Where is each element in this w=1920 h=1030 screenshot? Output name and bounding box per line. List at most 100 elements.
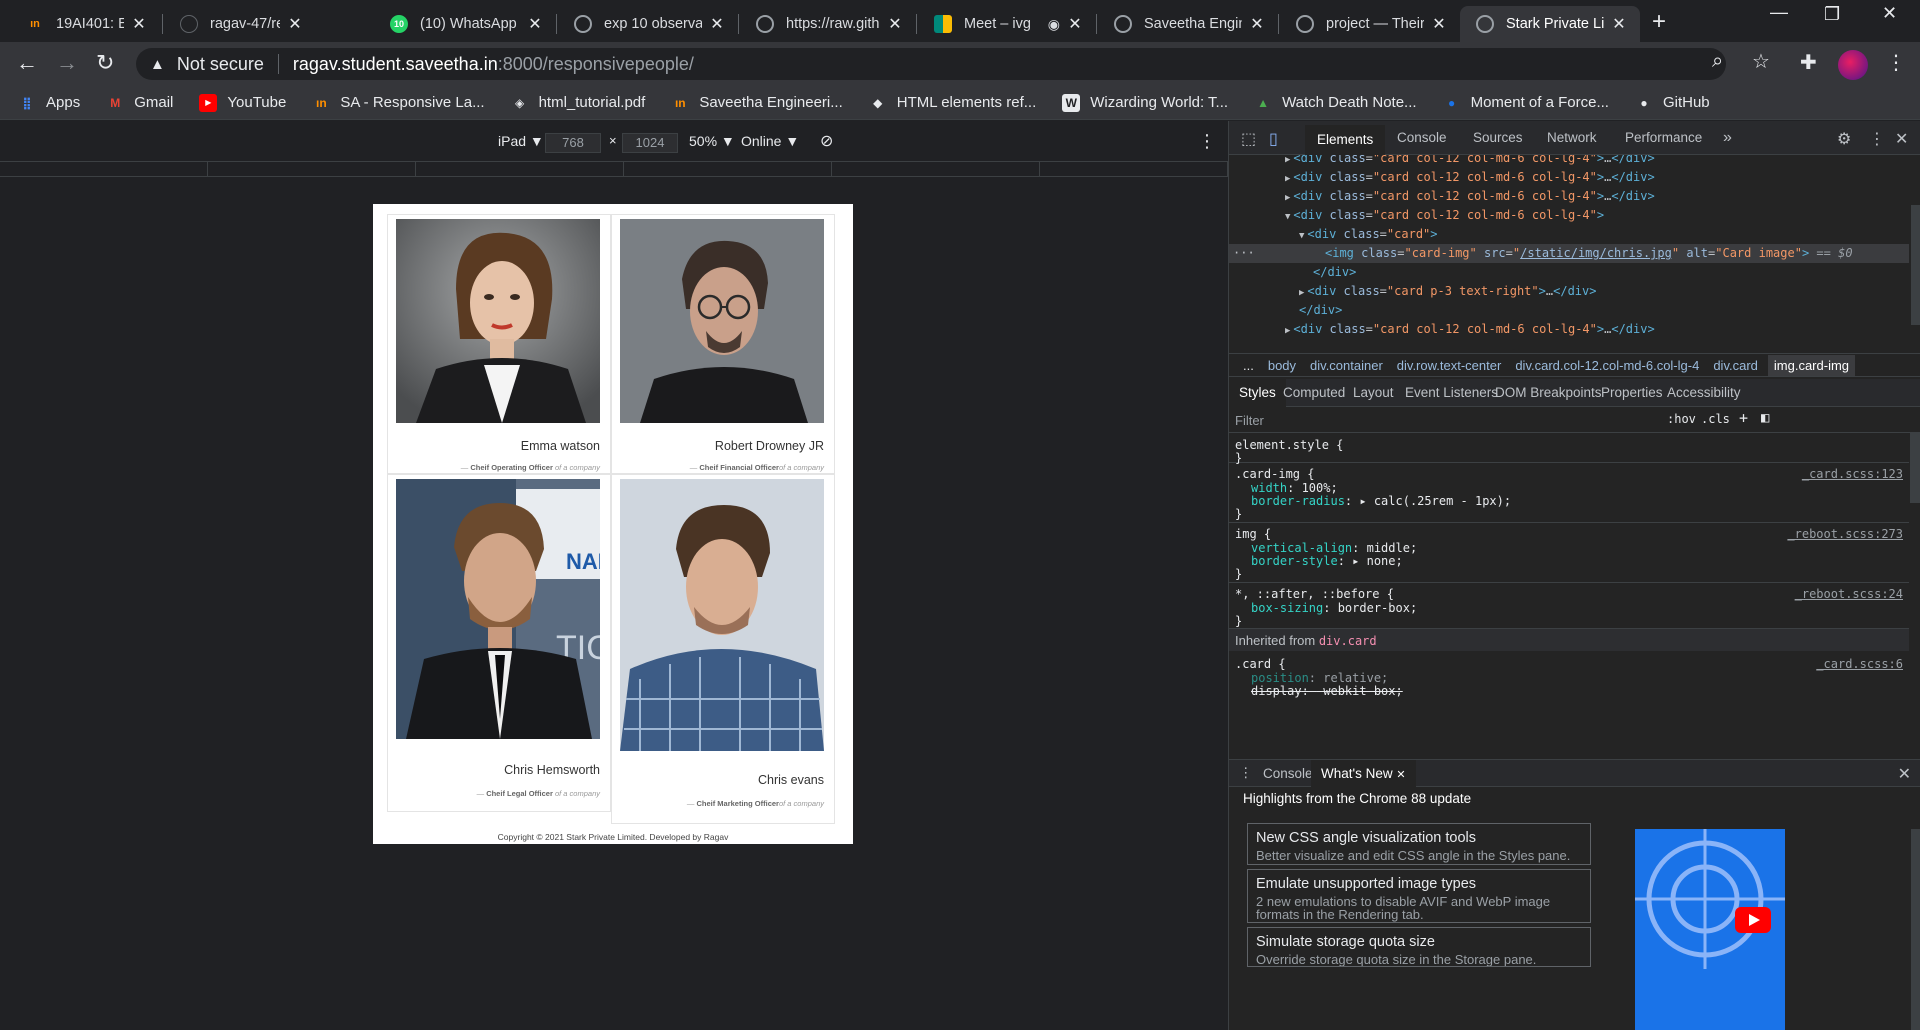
restore-icon[interactable]: ❐	[1824, 4, 1840, 25]
bookmark-html-tutorial[interactable]: ◈ html_tutorial.pdf	[511, 94, 645, 112]
tab-network[interactable]: Network	[1547, 130, 1597, 145]
rule-declaration[interactable]: vertical-align: middle;	[1251, 541, 1417, 555]
bookmark-github[interactable]: ● GitHub	[1635, 94, 1709, 112]
browser-tab-active[interactable]: Stark Private Lin ✕	[1460, 6, 1640, 42]
element-style-selector[interactable]: element.style {	[1235, 438, 1343, 452]
dom-scrollbar[interactable]	[1911, 205, 1920, 325]
device-height-input[interactable]: 1024	[622, 133, 678, 153]
play-video-icon[interactable]	[1735, 907, 1771, 933]
close-icon[interactable]: ✕	[886, 14, 904, 34]
inspect-element-icon[interactable]: ⬚	[1241, 129, 1256, 149]
subtab-dom-breakpoints[interactable]: DOM Breakpoints	[1495, 385, 1602, 400]
rule-declaration[interactable]: border-style: ▸ none;	[1251, 554, 1403, 568]
media-query-ruler[interactable]	[0, 161, 1228, 177]
close-icon[interactable]: ✕	[286, 14, 304, 34]
subtab-event-listeners[interactable]: Event Listeners	[1405, 385, 1498, 400]
drawer-menu-icon[interactable]: ⋮	[1239, 765, 1253, 781]
breadcrumb-item[interactable]: body	[1268, 358, 1296, 373]
subtab-styles[interactable]: Styles	[1229, 379, 1286, 407]
bookmark-gmail[interactable]: M Gmail	[106, 94, 173, 112]
rule-source-link[interactable]: _card.scss:6	[1816, 657, 1903, 671]
back-icon[interactable]: ←	[16, 50, 38, 76]
whats-new-card[interactable]: Simulate storage quota size Override sto…	[1247, 927, 1591, 967]
browser-tab-0[interactable]: ın 19AI401: EX 05: ✕	[10, 6, 160, 42]
breadcrumb-item[interactable]: div.card.col-12.col-md-6.col-lg-4	[1515, 358, 1699, 373]
dom-node[interactable]: ▼ <div class="card col-12 col-md-6 col-lg…	[1229, 206, 1909, 225]
dom-node[interactable]: </div>	[1229, 301, 1909, 320]
browser-tab-2[interactable]: 10 (10) WhatsApp ✕	[374, 6, 556, 42]
whats-new-card[interactable]: New CSS angle visualization tools Better…	[1247, 823, 1591, 865]
dom-node[interactable]: </div>	[1229, 263, 1909, 282]
dom-node[interactable]: ▶ <div class="card col-12 col-md-6 col-lg…	[1229, 155, 1909, 168]
tab-sources[interactable]: Sources	[1473, 130, 1523, 145]
cls-toggle[interactable]: .cls	[1701, 412, 1730, 426]
rule-selector[interactable]: .card-img {	[1235, 467, 1314, 481]
browser-tab-4[interactable]: https://raw.gith ✕	[740, 6, 916, 42]
browser-tab-1[interactable]: ragav-47/respon ✕	[164, 6, 316, 42]
close-icon[interactable]: ✕	[1610, 14, 1628, 34]
bookmark-html-elements[interactable]: ◆ HTML elements ref...	[869, 94, 1036, 112]
breadcrumb-item-current[interactable]: img.card-img	[1767, 354, 1856, 376]
breadcrumb-item[interactable]: div.container	[1310, 358, 1383, 373]
address-bar[interactable]: ▲ Not secure ragav.student.saveetha.in:8…	[136, 48, 1726, 80]
whats-new-card[interactable]: Emulate unsupported image types 2 new em…	[1247, 869, 1591, 923]
subtab-properties[interactable]: Properties	[1601, 385, 1663, 400]
browser-tab-5[interactable]: Meet – ivg ◉ ✕	[918, 6, 1096, 42]
rule-declaration[interactable]: position: relative;	[1251, 671, 1388, 685]
zoom-icon[interactable]: ⌕	[1712, 50, 1723, 73]
tab-elements[interactable]: Elements	[1305, 125, 1386, 155]
whats-new-video-thumbnail[interactable]	[1635, 829, 1785, 1030]
rule-selector[interactable]: img {	[1235, 527, 1271, 541]
dom-node[interactable]: ▶ <div class="card col-12 col-md-6 col-lg…	[1229, 168, 1909, 187]
rule-source-link[interactable]: _reboot.scss:273	[1787, 527, 1903, 541]
drawer-tab-console[interactable]: Console	[1263, 766, 1313, 781]
hov-toggle[interactable]: :hov	[1667, 412, 1696, 426]
tab-performance[interactable]: Performance	[1625, 130, 1702, 145]
subtab-accessibility[interactable]: Accessibility	[1667, 385, 1741, 400]
dom-node[interactable]: ▶ <div class="card p-3 text-right">…</div…	[1229, 282, 1909, 301]
minimize-icon[interactable]: —	[1770, 2, 1788, 23]
rule-declaration[interactable]: border-radius: ▸ calc(.25rem - 1px);	[1251, 494, 1511, 508]
browser-tab-3[interactable]: exp 10 observa ✕	[558, 6, 738, 42]
breadcrumb-ellipsis[interactable]: ...	[1243, 358, 1254, 373]
bookmark-death-note[interactable]: ▲ Watch Death Note...	[1254, 94, 1416, 112]
forward-icon[interactable]: →	[56, 50, 78, 76]
close-icon[interactable]: ✕	[526, 14, 544, 34]
more-tabs-icon[interactable]: »	[1723, 129, 1732, 147]
rule-declaration[interactable]: box-sizing: border-box;	[1251, 601, 1417, 615]
bookmark-wizarding[interactable]: W Wizarding World: T...	[1062, 93, 1228, 112]
device-width-input[interactable]: 768	[545, 133, 601, 153]
toggle-sidebar-icon[interactable]: ◧	[1761, 410, 1769, 426]
bookmark-sa[interactable]: ın SA - Responsive La...	[312, 94, 485, 112]
subtab-computed[interactable]: Computed	[1283, 385, 1345, 400]
close-icon[interactable]: ✕	[708, 14, 726, 34]
browser-menu-icon[interactable]: ⋮	[1886, 50, 1906, 75]
subtab-layout[interactable]: Layout	[1353, 385, 1394, 400]
zoom-select[interactable]: 50% ▼	[689, 133, 735, 149]
tab-console[interactable]: Console	[1397, 130, 1447, 145]
close-icon[interactable]: ✕	[1066, 14, 1084, 34]
device-select[interactable]: iPad ▼	[498, 133, 544, 149]
dom-node[interactable]: ▶ <div class="card col-12 col-md-6 col-lg…	[1229, 187, 1909, 206]
window-close-icon[interactable]: ✕	[1882, 3, 1897, 24]
rotate-icon[interactable]: ⊘	[820, 131, 833, 151]
new-tab-button[interactable]: +	[1652, 8, 1666, 36]
breadcrumb-item[interactable]: div.card	[1713, 358, 1758, 373]
dom-node[interactable]: ▼ <div class="card">	[1229, 225, 1909, 244]
drawer-close-icon[interactable]: ✕	[1898, 764, 1911, 784]
rule-selector[interactable]: .card {	[1235, 657, 1286, 671]
styles-filter-input[interactable]: Filter	[1235, 413, 1264, 428]
bookmark-youtube[interactable]: ▶ YouTube	[199, 93, 286, 112]
network-throttle-select[interactable]: Online ▼	[741, 133, 799, 149]
dom-node-selected[interactable]: ··· <img class="card-img" src="/static/im…	[1229, 244, 1909, 263]
close-icon[interactable]: ✕	[1396, 769, 1405, 781]
bookmark-moment[interactable]: ● Moment of a Force...	[1443, 94, 1609, 112]
close-icon[interactable]: ✕	[1430, 14, 1448, 34]
browser-tab-6[interactable]: Saveetha Engin ✕	[1098, 6, 1278, 42]
dom-node[interactable]: ▶ <div class="card col-12 col-md-6 col-lg…	[1229, 320, 1909, 339]
extensions-icon[interactable]: ✚	[1800, 50, 1817, 75]
close-icon[interactable]: ✕	[130, 14, 148, 34]
styles-scrollbar[interactable]	[1910, 433, 1920, 503]
bookmark-saveetha[interactable]: ın Saveetha Engineeri...	[671, 94, 843, 112]
rule-selector[interactable]: *, ::after, ::before {	[1235, 587, 1394, 601]
